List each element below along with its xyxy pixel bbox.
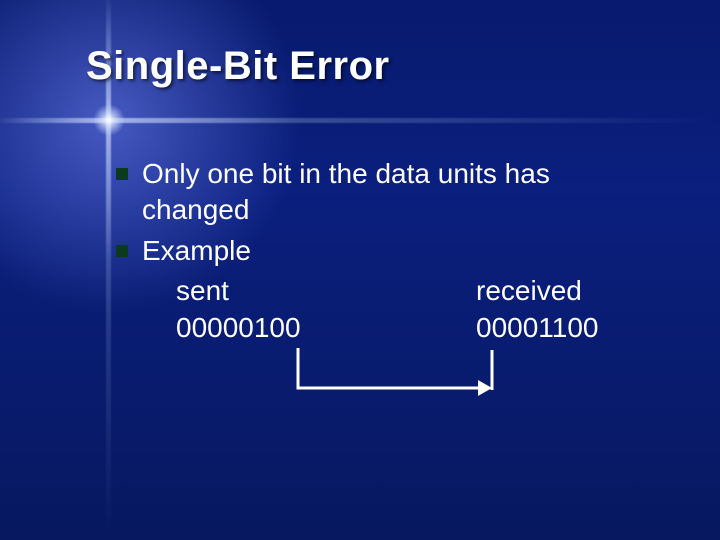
- lens-flare-icon: [93, 104, 125, 136]
- square-bullet-icon: [116, 168, 128, 180]
- slide-body: Only one bit in the data units has chang…: [116, 156, 660, 346]
- example-sent-column: sent 00000100: [176, 273, 476, 346]
- slide-title: Single-Bit Error: [86, 44, 390, 89]
- bullet-text: Example: [142, 233, 660, 269]
- sent-value: 00000100: [176, 310, 476, 346]
- bullet-item: Only one bit in the data units has chang…: [116, 156, 660, 229]
- bullet-text: Only one bit in the data units has chang…: [142, 156, 660, 229]
- received-value: 00001100: [476, 310, 599, 346]
- square-bullet-icon: [116, 245, 128, 257]
- bullet-item: Example: [116, 233, 660, 269]
- arrow-icon: [292, 346, 500, 396]
- received-label: received: [476, 273, 599, 309]
- arrow-connector: [292, 346, 500, 396]
- sent-label: sent: [176, 273, 476, 309]
- example-columns: sent 00000100 received 00001100: [176, 273, 660, 346]
- example-received-column: received 00001100: [476, 273, 599, 346]
- slide: Single-Bit Error Only one bit in the dat…: [0, 0, 720, 540]
